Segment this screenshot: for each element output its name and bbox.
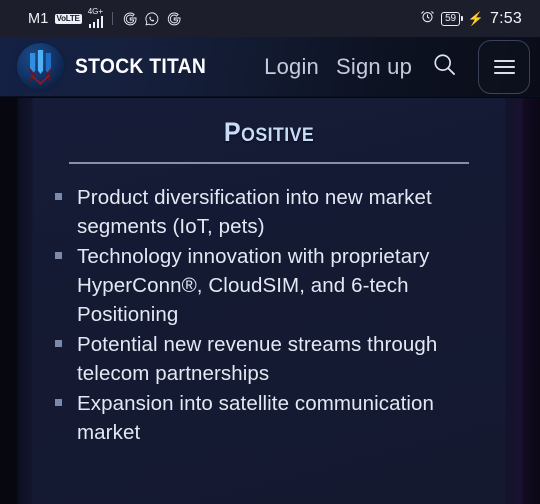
brand-link[interactable]: STOCK TITAN bbox=[17, 43, 218, 90]
list-item: Technology innovation with proprietary H… bbox=[55, 242, 483, 329]
status-divider bbox=[112, 12, 114, 25]
carrier-label: M1 bbox=[28, 10, 49, 27]
hamburger-menu-icon bbox=[493, 59, 515, 74]
search-icon bbox=[431, 51, 458, 83]
signup-link[interactable]: Sign up bbox=[336, 54, 412, 80]
title-divider bbox=[69, 162, 469, 164]
list-item: Potential new revenue streams through te… bbox=[55, 330, 483, 388]
charging-bolt-icon: ⚡ bbox=[467, 10, 485, 26]
analysis-card: Positive Product diversification into ne… bbox=[33, 98, 505, 504]
google-icon bbox=[166, 11, 182, 27]
nav-actions: Login Sign up bbox=[264, 39, 530, 94]
alarm-clock-icon bbox=[420, 9, 435, 29]
signal-bars-icon: 4G+ bbox=[87, 7, 104, 28]
status-bar: M1 VoLTE 4G+ 59 ⚡ 7:53 bbox=[0, 0, 540, 37]
status-bar-left: M1 VoLTE 4G+ bbox=[28, 7, 182, 28]
network-type-label: 4G+ bbox=[87, 7, 104, 16]
battery-percent-label: 59 bbox=[445, 12, 456, 24]
site-header: STOCK TITAN Login Sign up bbox=[0, 37, 540, 97]
mobile-screen: M1 VoLTE 4G+ 59 ⚡ 7:53 STOCK TITAN Login… bbox=[0, 0, 540, 504]
brand-name: STOCK TITAN bbox=[75, 54, 207, 78]
status-bar-right: 59 ⚡ 7:53 bbox=[420, 9, 522, 29]
google-icon bbox=[122, 11, 138, 27]
signal-strength-bars bbox=[88, 16, 104, 28]
list-item: Product diversification into new market … bbox=[55, 183, 483, 241]
list-item: Expansion into satellite communication m… bbox=[55, 389, 483, 447]
whatsapp-icon bbox=[144, 11, 160, 27]
login-link[interactable]: Login bbox=[264, 54, 319, 80]
hamburger-menu-button[interactable] bbox=[478, 39, 530, 94]
clock-label: 7:53 bbox=[490, 9, 522, 27]
stock-titan-logo-icon bbox=[17, 43, 64, 90]
battery-icon: 59 bbox=[441, 11, 463, 26]
search-button[interactable] bbox=[429, 52, 459, 82]
positive-points-list: Product diversification into new market … bbox=[33, 183, 505, 447]
page-title: Positive bbox=[223, 117, 315, 147]
volte-badge: VoLTE bbox=[54, 13, 82, 24]
page-body: Positive Product diversification into ne… bbox=[0, 98, 540, 504]
